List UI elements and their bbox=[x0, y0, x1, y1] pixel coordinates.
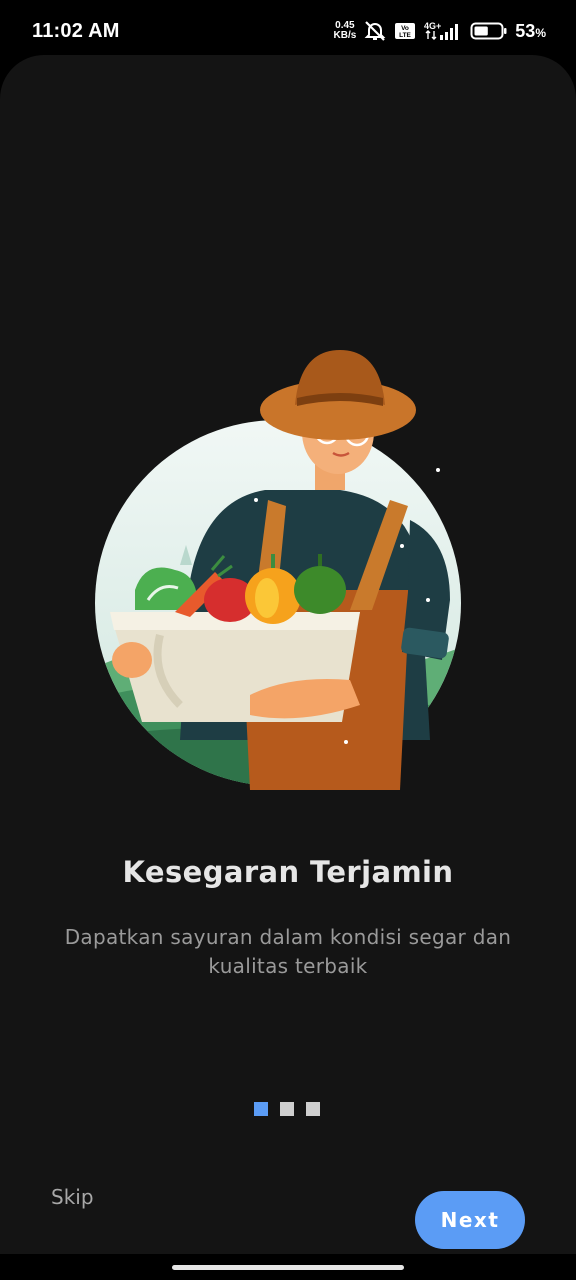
battery-percentage: 53% bbox=[515, 21, 546, 42]
status-time: 11:02 AM bbox=[32, 19, 120, 42]
onboarding-subtitle: Dapatkan sayuran dalam kondisi segar dan… bbox=[64, 925, 512, 978]
page-indicator bbox=[254, 1102, 320, 1116]
next-button[interactable]: Next bbox=[415, 1191, 525, 1249]
network-speed: 0.45 KB/s bbox=[334, 21, 357, 41]
network-speed-unit: KB/s bbox=[333, 30, 357, 41]
battery-icon bbox=[470, 21, 508, 41]
home-indicator[interactable] bbox=[172, 1265, 404, 1270]
status-icons: 0.45 KB/s Vo LTE 4G+ 53% bbox=[334, 20, 546, 42]
svg-text:Vo: Vo bbox=[401, 25, 409, 32]
onboarding-title: Kesegaran Terjamin bbox=[122, 855, 454, 889]
battery-percent-value: 53 bbox=[515, 20, 536, 41]
mute-icon bbox=[363, 20, 387, 42]
page-indicator-dot-2[interactable] bbox=[280, 1102, 294, 1116]
status-bar: 11:02 AM 0.45 KB/s Vo LTE 4G+ 53% bbox=[0, 0, 576, 62]
onboarding-screen: Kesegaran Terjamin Dapatkan sayuran dala… bbox=[0, 55, 576, 1254]
volte-icon: Vo LTE bbox=[394, 22, 416, 40]
page-indicator-dot-1[interactable] bbox=[254, 1102, 268, 1116]
network-type-label: 4G+ bbox=[424, 21, 441, 31]
svg-text:LTE: LTE bbox=[399, 32, 411, 39]
navigation-bar bbox=[0, 1254, 576, 1280]
farmer-illustration bbox=[90, 350, 480, 790]
battery-percent-symbol: % bbox=[535, 25, 546, 40]
skip-button[interactable]: Skip bbox=[51, 1185, 94, 1209]
page-indicator-dot-3[interactable] bbox=[306, 1102, 320, 1116]
signal-icon: 4G+ bbox=[423, 20, 463, 42]
